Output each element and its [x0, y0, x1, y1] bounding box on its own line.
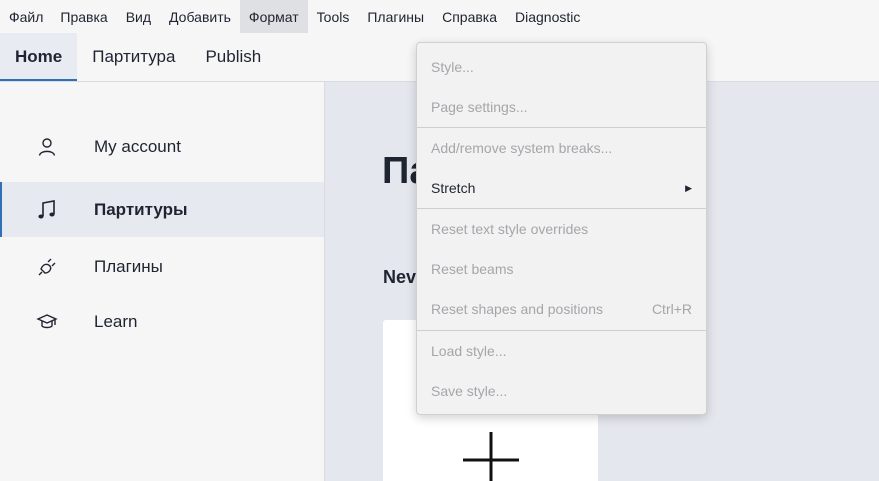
menu-item-label: Add/remove system breaks... — [431, 140, 613, 156]
music-note-icon — [36, 199, 58, 221]
menu-item-reset-beams[interactable]: Reset beams — [417, 249, 706, 289]
sidebar-item-label: Партитуры — [94, 199, 188, 219]
menu-item-stretch[interactable]: Stretch ▶ — [417, 168, 706, 208]
menu-item-label: Reset beams — [431, 261, 514, 277]
menu-plugins[interactable]: Плагины — [358, 0, 433, 33]
section-heading: Nev — [383, 267, 417, 287]
graduation-cap-icon — [36, 311, 58, 333]
menu-item-system-breaks[interactable]: Add/remove system breaks... — [417, 128, 706, 168]
menu-item-label: Stretch — [431, 180, 476, 196]
menu-item-load-style[interactable]: Load style... — [417, 331, 706, 371]
menu-diagnostic[interactable]: Diagnostic — [506, 0, 589, 33]
menu-item-page-settings[interactable]: Page settings... — [417, 87, 706, 127]
menu-item-shortcut: Ctrl+R — [651, 301, 692, 317]
format-menu: Style... Page settings... Add/remove sys… — [416, 42, 707, 415]
sidebar-item-label: Плагины — [94, 256, 163, 276]
menu-tools[interactable]: Tools — [308, 0, 359, 33]
sidebar: My account Партитуры Плагины Learn — [0, 81, 325, 481]
plug-icon — [36, 256, 58, 278]
menu-item-reset-text-style[interactable]: Reset text style overrides — [417, 209, 706, 249]
menu-format[interactable]: Формат — [239, 0, 308, 33]
sidebar-item-label: Learn — [94, 311, 138, 331]
menu-item-label: Reset shapes and positions — [431, 301, 603, 317]
menu-bar: Файл Правка Вид Добавить Формат Tools Пл… — [0, 0, 879, 33]
menu-item-label: Style... — [431, 59, 474, 75]
menu-add[interactable]: Добавить — [160, 0, 240, 33]
tab-score[interactable]: Партитура — [77, 33, 190, 81]
menu-item-style[interactable]: Style... — [417, 47, 706, 87]
plus-icon — [463, 432, 519, 481]
menu-item-label: Reset text style overrides — [431, 221, 589, 237]
tab-home[interactable]: Home — [0, 33, 78, 81]
sidebar-item-scores[interactable]: Партитуры — [0, 182, 324, 237]
menu-item-label: Save style... — [431, 383, 508, 399]
sidebar-item-label: My account — [94, 136, 181, 156]
menu-view[interactable]: Вид — [117, 0, 160, 33]
menu-item-label: Page settings... — [431, 99, 528, 115]
sidebar-item-learn[interactable]: Learn — [0, 294, 324, 349]
sidebar-item-my-account[interactable]: My account — [0, 119, 324, 174]
menu-item-reset-shapes[interactable]: Reset shapes and positions Ctrl+R — [417, 289, 706, 329]
menu-edit[interactable]: Правка — [51, 0, 116, 33]
menu-item-label: Load style... — [431, 343, 507, 359]
sidebar-item-plugins[interactable]: Плагины — [0, 239, 324, 294]
submenu-arrow-icon: ▶ — [685, 182, 692, 193]
user-icon — [36, 136, 58, 158]
menu-help[interactable]: Справка — [433, 0, 506, 33]
tab-publish[interactable]: Publish — [190, 33, 276, 81]
menu-item-save-style[interactable]: Save style... — [417, 371, 706, 411]
menu-file[interactable]: Файл — [0, 0, 51, 33]
